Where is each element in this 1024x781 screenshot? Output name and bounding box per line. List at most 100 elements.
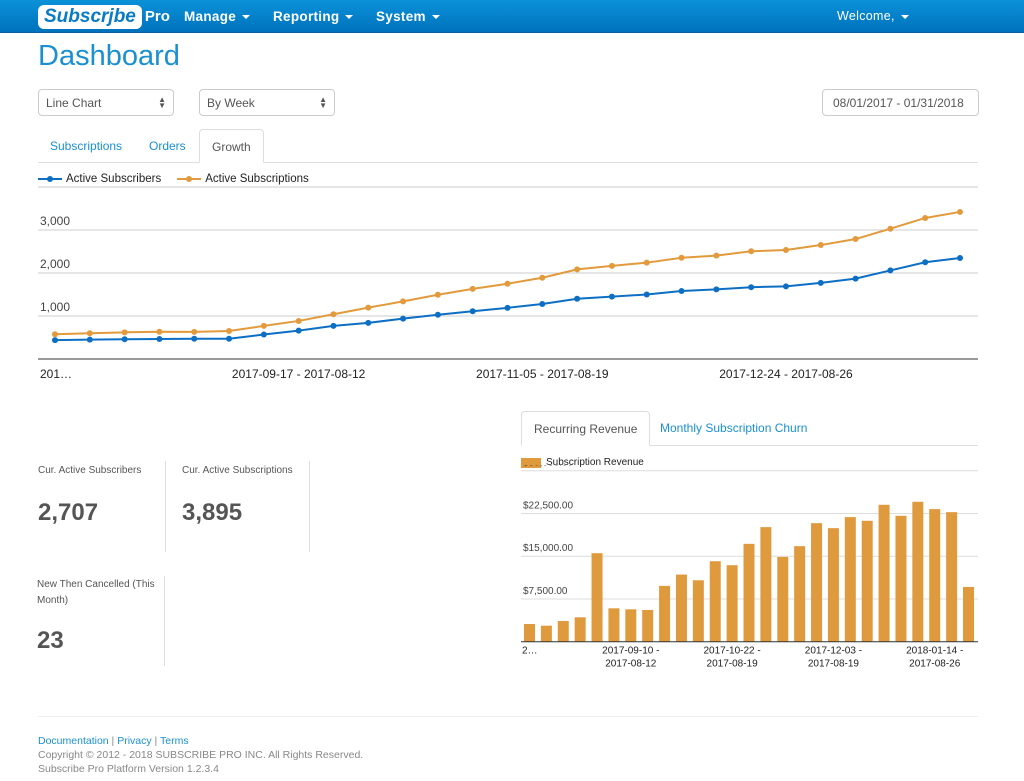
data-point [434, 311, 441, 318]
data-point [86, 336, 93, 343]
tab-orders[interactable]: Orders [137, 129, 198, 163]
tab-growth[interactable]: Growth [199, 129, 264, 163]
nav-reporting[interactable]: Reporting [273, 9, 354, 24]
y-tick-label: $22,500.00 [523, 500, 573, 511]
data-point [330, 311, 337, 318]
nav-system[interactable]: System [376, 9, 440, 24]
y-tick-label: 3,000 [40, 214, 70, 228]
x-tick-label: 2018-01-14 - [906, 646, 963, 657]
copyright: Copyright © 2012 - 2018 SUBSCRIBE PRO IN… [38, 749, 364, 761]
y-tick-label: $30,000.00 [523, 465, 573, 469]
y-tick-label: 2,000 [40, 257, 70, 271]
data-point [191, 328, 198, 335]
stat-label: New Then Cancelled (This Month) [37, 579, 155, 606]
privacy-link[interactable]: Privacy [117, 735, 151, 747]
bar [946, 512, 958, 642]
legend-label: Active Subscribers [66, 173, 162, 185]
data-point [748, 248, 755, 255]
bar [591, 553, 603, 642]
x-tick-label: 2017-12-03 - [805, 646, 862, 657]
y-tick-label: 1,000 [40, 300, 70, 314]
x-tick-label: 2017-08-26 [909, 659, 961, 670]
divider [309, 461, 310, 552]
data-point [191, 335, 198, 342]
bar [524, 624, 535, 642]
footer-links: Documentation | Privacy | Terms [38, 735, 189, 747]
bar [811, 523, 823, 642]
data-point [539, 274, 546, 281]
x-tick-label: 2017-08-19 [707, 659, 759, 670]
select-arrows-icon: ▲ ▼ [158, 95, 166, 110]
data-point [330, 322, 337, 329]
data-point [922, 214, 929, 221]
bar [929, 509, 941, 642]
documentation-link[interactable]: Documentation [38, 735, 109, 747]
logo[interactable]: Subscrjbe Pro [38, 4, 170, 29]
data-point [643, 259, 650, 266]
data-point [434, 291, 441, 298]
bar [608, 608, 620, 642]
bar [743, 543, 755, 642]
bar [642, 609, 654, 642]
tab-subscriptions[interactable]: Subscriptions [38, 129, 134, 163]
terms-link[interactable]: Terms [160, 735, 189, 747]
series-line [54, 256, 961, 342]
tab-recurring-revenue[interactable]: Recurring Revenue [521, 411, 651, 446]
x-tick-label: 2017-09-17 - 2017-08-12 [232, 367, 366, 381]
chart-type-select[interactable]: Line Chart ▲ ▼ [38, 89, 174, 116]
select-arrows-icon: ▲ ▼ [319, 95, 327, 110]
line-legend: Active Subscribers Active Subscriptions [38, 173, 309, 185]
nav-label: System [376, 9, 426, 24]
legend-label: Active Subscriptions [205, 173, 309, 185]
logo-mark: Subscrjbe [38, 4, 142, 29]
tab-monthly-churn[interactable]: Monthly Subscription Churn [648, 411, 819, 445]
data-point [852, 275, 859, 282]
nav-manage[interactable]: Manage [184, 9, 251, 24]
data-point [817, 242, 824, 249]
bar [659, 585, 671, 642]
period-select[interactable]: By Week ▲ ▼ [199, 89, 335, 116]
bar [557, 621, 569, 642]
page-title: Dashboard [38, 40, 180, 72]
data-point [156, 336, 163, 343]
x-tick-label: 2… [522, 646, 538, 657]
date-range-input[interactable]: 08/01/2017 - 01/31/2018 [822, 89, 979, 116]
data-point [469, 308, 476, 315]
data-point [678, 254, 685, 261]
nav-label: Manage [184, 9, 237, 24]
data-point [957, 254, 963, 261]
platform-version: Subscribe Pro Platform Version 1.2.3.4 [38, 763, 219, 775]
top-navbar: Subscrjbe Pro Manage Reporting System Wel… [0, 0, 1024, 33]
growth-line-chart: 1,0002,0003,0004,000201…2017-09-17 - 201… [38, 186, 978, 381]
bar [827, 528, 839, 642]
data-point [226, 335, 233, 342]
footer-divider [38, 716, 978, 717]
welcome-menu[interactable]: Welcome, [837, 9, 909, 23]
caret-down-icon [431, 15, 440, 20]
data-point [365, 319, 372, 326]
data-point [817, 279, 824, 286]
data-point [469, 285, 476, 292]
welcome-label: Welcome, [837, 9, 895, 23]
bar [726, 565, 738, 642]
data-point [957, 208, 963, 215]
data-point [608, 262, 615, 269]
data-point [643, 291, 650, 298]
select-value: Line Chart [46, 96, 102, 110]
stat-new-then-cancelled: New Then Cancelled (This Month) 23 [37, 577, 162, 655]
data-point [121, 336, 128, 343]
bar [878, 504, 890, 642]
x-tick-label: 2017-11-05 - 2017-08-19 [476, 367, 609, 381]
data-point [887, 267, 894, 274]
divider [164, 576, 165, 666]
caret-down-icon [900, 14, 909, 19]
data-point [782, 246, 789, 253]
stat-value: 2,707 [38, 499, 99, 526]
bar [540, 625, 552, 642]
data-point [86, 330, 93, 337]
bar [709, 561, 721, 642]
data-point [156, 328, 163, 335]
data-point [260, 331, 267, 338]
data-point [260, 322, 267, 329]
data-point [539, 300, 546, 307]
